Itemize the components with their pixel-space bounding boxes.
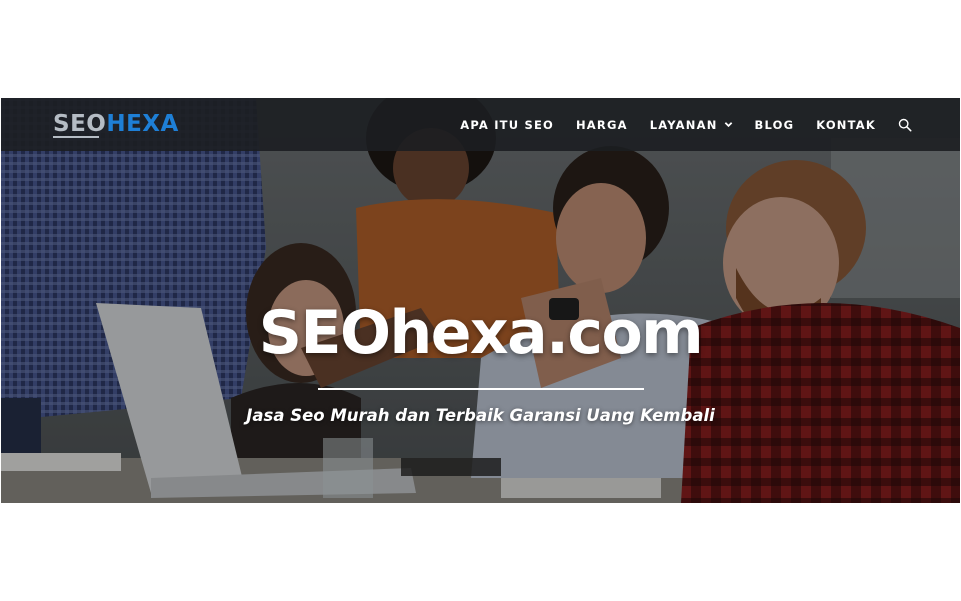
hero-divider [318,388,644,390]
hero-section: SEOHEXA APA ITU SEO HARGA LAYANAN BLOG K… [1,98,960,503]
search-icon[interactable] [898,118,912,132]
nav-item-apa-itu-seo[interactable]: APA ITU SEO [460,118,554,132]
nav-item-harga[interactable]: HARGA [576,118,628,132]
hero-title: SEOhexa.com [258,298,704,368]
nav-item-blog[interactable]: BLOG [755,118,795,132]
nav-item-layanan-label: LAYANAN [649,117,718,132]
logo-underline [53,136,99,138]
logo-seo-text: SEO [53,111,107,137]
hero-subtitle: Jasa Seo Murah dan Terbaik Garansi Uang … [246,406,715,425]
logo-hexa-text: HEXA [106,111,179,137]
top-navbar: SEOHEXA APA ITU SEO HARGA LAYANAN BLOG K… [1,98,960,151]
nav-item-kontak[interactable]: KONTAK [816,118,876,132]
site-logo[interactable]: SEOHEXA [53,110,179,138]
nav-item-layanan[interactable]: LAYANAN [650,118,733,132]
main-menu: APA ITU SEO HARGA LAYANAN BLOG KONTAK [460,98,912,151]
chevron-down-icon [724,122,732,128]
